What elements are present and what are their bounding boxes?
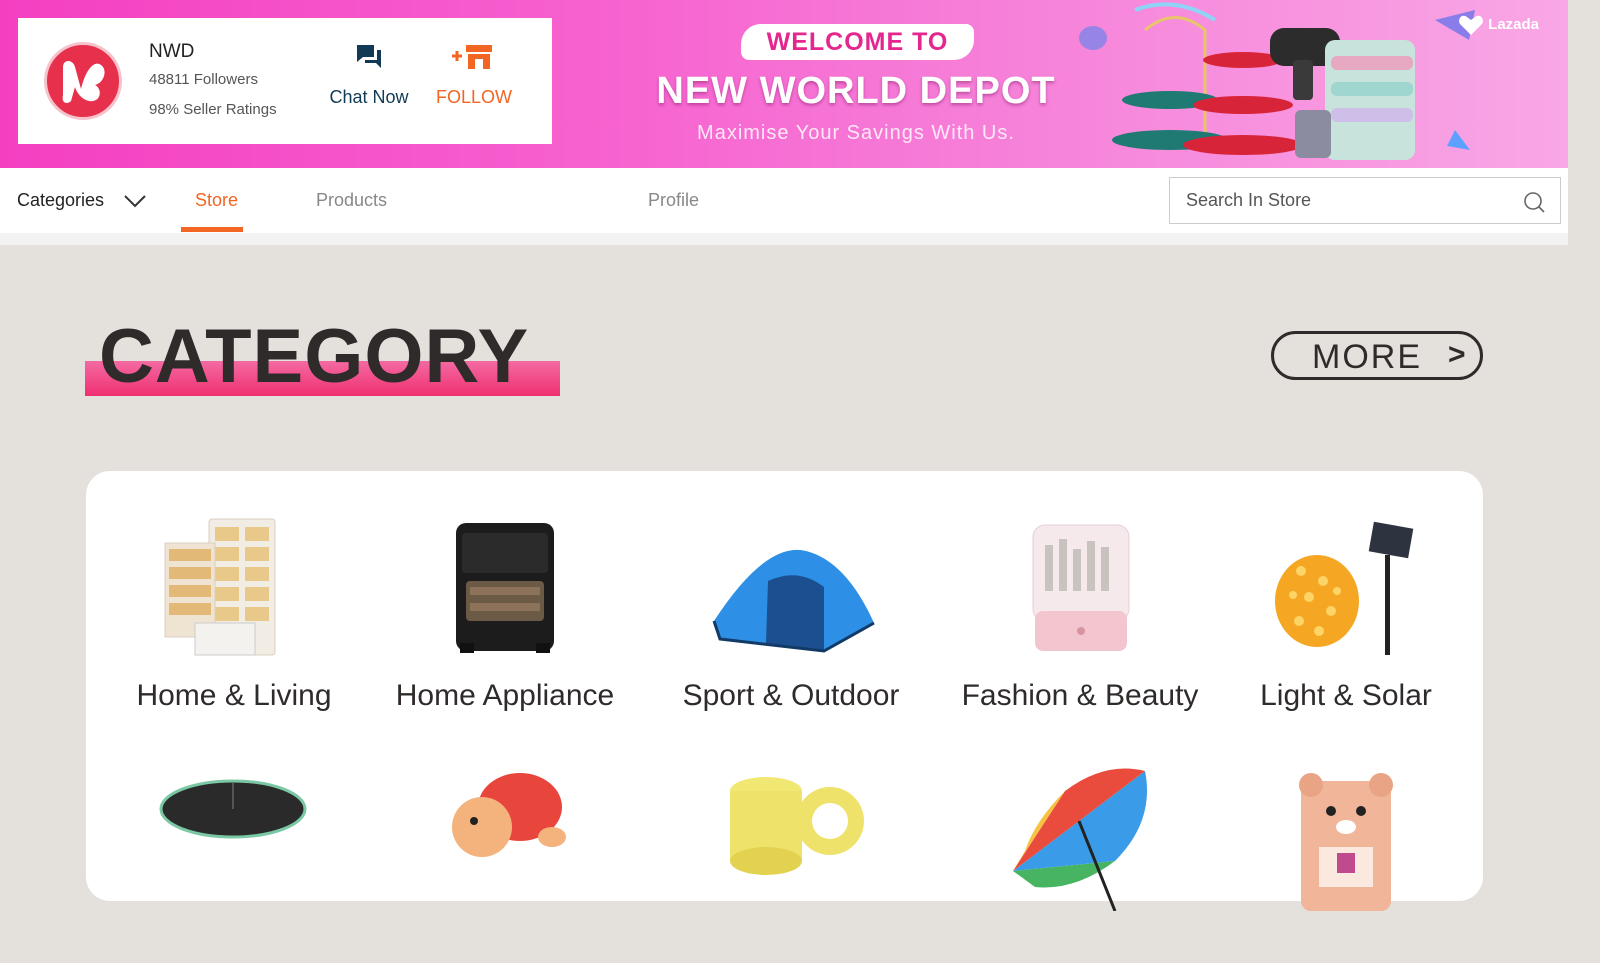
search-box [1169, 177, 1561, 224]
search-input[interactable] [1186, 178, 1516, 223]
follow-button[interactable]: FOLLOW [436, 42, 513, 108]
nav-divider [0, 233, 1568, 245]
store-ratings: 98% Seller Ratings [149, 101, 277, 118]
cosmetic-organizer-icon [1032, 524, 1130, 651]
category-fashion-beauty[interactable]: Fashion & Beauty [950, 483, 1210, 713]
banner-title: NEW WORLD DEPOT [656, 70, 1056, 112]
tent-icon [712, 549, 875, 653]
category-panel: Home & Living Home Appliance Sport & Out… [86, 471, 1483, 911]
category-tile-row2-3[interactable] [661, 733, 921, 963]
more-label: MORE [1312, 338, 1422, 376]
category-label: Sport & Outdoor [682, 679, 900, 712]
category-heading: CATEGORY [85, 316, 560, 398]
packing-tape-icon [730, 777, 864, 875]
category-home-appliance[interactable]: Home Appliance [375, 483, 635, 713]
category-label: Home Appliance [395, 679, 615, 712]
lazada-brand: Lazada [1458, 14, 1539, 36]
wireless-mouse-icon [159, 779, 307, 839]
follow-store-icon [452, 45, 492, 69]
follow-label: FOLLOW [436, 87, 513, 107]
nav-categories-label: Categories [17, 190, 105, 210]
lazada-heart-icon [1459, 15, 1483, 35]
category-tile-row2-2[interactable] [375, 733, 635, 963]
tab-store[interactable]: Store [195, 190, 238, 211]
store-logo[interactable] [44, 42, 122, 120]
more-categories-button[interactable]: MORE > [1271, 331, 1483, 380]
category-heading-text: CATEGORY [99, 314, 530, 399]
nav-categories-dropdown[interactable]: Categories [17, 190, 147, 211]
bath-toy-turtle-icon [452, 773, 566, 857]
banner-subtitle: Maximise Your Savings With Us. [697, 122, 1015, 144]
category-label: Fashion & Beauty [961, 679, 1199, 712]
category-sport-outdoor[interactable]: Sport & Outdoor [661, 483, 921, 713]
nwd-logo-icon [62, 61, 105, 103]
category-label: Home & Living [136, 679, 332, 712]
store-followers: 48811 Followers [149, 71, 258, 88]
welcome-pill: WELCOME TO [741, 24, 974, 60]
category-label: Light & Solar [1260, 679, 1432, 712]
category-tile-row2-5[interactable] [1216, 733, 1476, 963]
solar-light-icon [1275, 521, 1414, 655]
bear-gift-bag-icon [1299, 773, 1393, 911]
store-info-card: NWD 48811 Followers 98% Seller Ratings C… [18, 18, 552, 144]
store-name: NWD [149, 41, 195, 62]
active-tab-indicator [181, 227, 243, 232]
category-home-living[interactable]: Home & Living [104, 483, 364, 713]
chevron-down-icon [124, 195, 146, 208]
banner-products-illustration [1079, 2, 1475, 160]
shoe-cabinet-icon [164, 518, 276, 656]
chat-now-label: Chat Now [329, 87, 409, 107]
chat-now-button[interactable]: Chat Now [328, 42, 410, 108]
category-tile-row2-4[interactable] [950, 733, 1210, 963]
more-arrow-icon: > [1448, 338, 1466, 371]
air-fryer-icon [456, 523, 554, 653]
rainbow-umbrella-icon [1013, 768, 1147, 911]
category-tile-row2-1[interactable] [104, 733, 364, 963]
store-nav-bar: Categories Store Products Profile [0, 168, 1568, 233]
tab-products[interactable]: Products [316, 190, 387, 211]
search-icon[interactable] [1522, 190, 1546, 214]
store-banner: NWD 48811 Followers 98% Seller Ratings C… [0, 0, 1568, 168]
chat-icon [357, 45, 381, 68]
lazada-label: Lazada [1488, 15, 1540, 33]
tab-profile[interactable]: Profile [648, 190, 699, 211]
category-light-solar[interactable]: Light & Solar [1216, 483, 1476, 713]
